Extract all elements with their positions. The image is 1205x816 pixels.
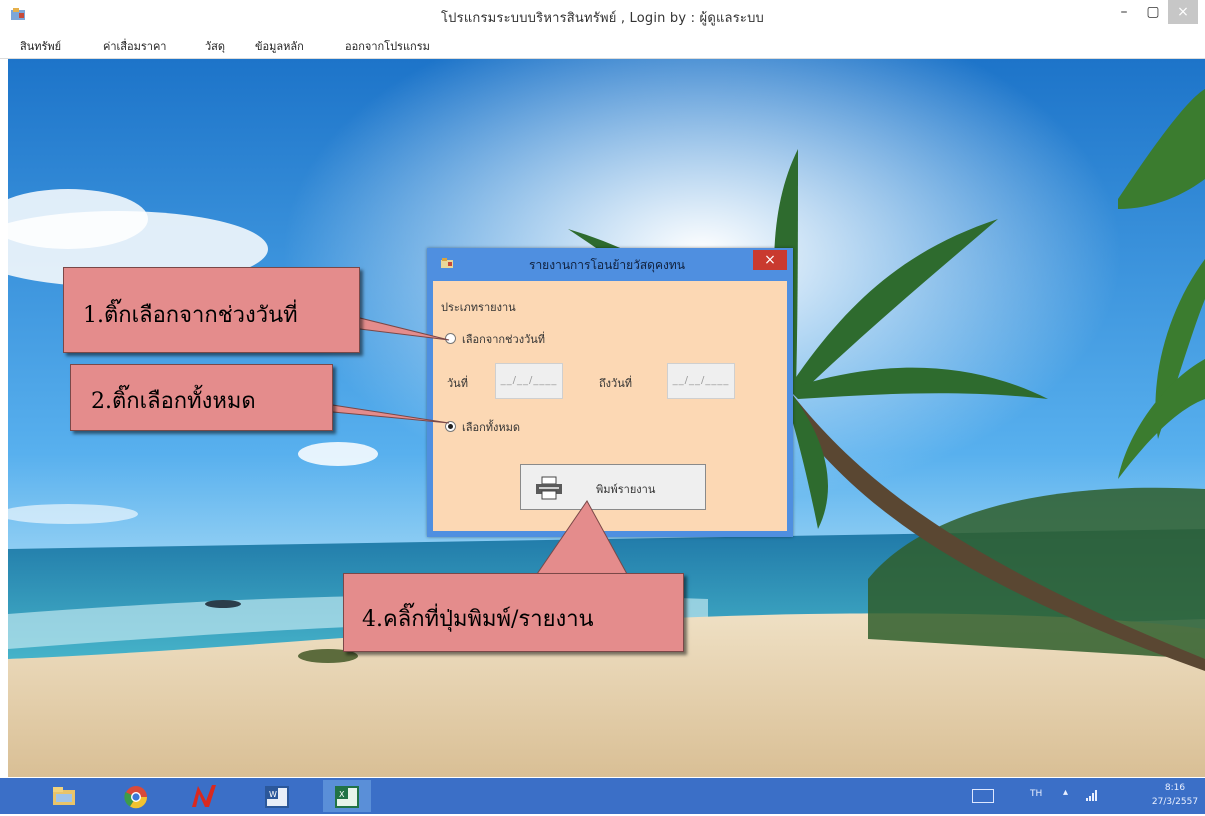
clock-time[interactable]: 8:16 bbox=[1147, 783, 1203, 793]
chrome-icon bbox=[124, 786, 148, 809]
radio-select-all[interactable] bbox=[445, 421, 456, 432]
to-date-field[interactable]: __/__/____ bbox=[667, 363, 735, 399]
svg-text:W: W bbox=[269, 790, 277, 799]
dialog-body: ประเภทรายงาน เลือกจากช่วงวันที่ วันที่ _… bbox=[433, 281, 787, 531]
dialog-title: รายงานการโอนย้ายวัสดุคงทน bbox=[529, 258, 685, 272]
file-explorer-icon bbox=[53, 787, 75, 805]
taskbar-chrome[interactable] bbox=[112, 780, 160, 812]
taskbar: W X TH ▴ 8:16 27/3/2557 bbox=[0, 778, 1205, 814]
report-dialog: รายงานการโอนย้ายวัสดุคงทน × ประเภทรายงาน… bbox=[427, 248, 793, 537]
taskbar-file-explorer[interactable] bbox=[40, 780, 88, 812]
dialog-close-button[interactable]: × bbox=[753, 250, 787, 270]
excel-icon: X bbox=[335, 786, 359, 808]
taskbar-word[interactable]: W bbox=[253, 780, 301, 812]
to-date-label: ถึงวันที่ bbox=[599, 377, 632, 390]
window-title: โปรแกรมระบบบริหารสินทรัพย์ , Login by : … bbox=[441, 11, 764, 26]
from-date-field[interactable]: __/__/____ bbox=[495, 363, 563, 399]
dialog-app-icon bbox=[441, 258, 453, 268]
word-icon: W bbox=[265, 786, 289, 808]
report-type-label: ประเภทรายงาน bbox=[441, 301, 516, 314]
radio-date-range[interactable] bbox=[445, 333, 456, 344]
from-date-label: วันที่ bbox=[447, 377, 468, 390]
radio-select-all-label: เลือกทั้งหมด bbox=[462, 421, 521, 434]
printer-icon bbox=[536, 476, 562, 500]
menu-item-master-data[interactable]: ข้อมูลหลัก bbox=[255, 37, 304, 55]
n-app-icon bbox=[192, 785, 216, 807]
callout-4: 4.คลิ๊กที่ปุ่มพิมพ์/รายงาน bbox=[343, 573, 684, 652]
network-signal-icon[interactable] bbox=[1085, 788, 1099, 802]
menu-item-exit[interactable]: ออกจากโปรแกรม bbox=[345, 37, 430, 55]
print-report-label: พิมพ์รายงาน bbox=[596, 483, 656, 496]
callout-2: 2.ติ๊กเลือกทั้งหมด bbox=[70, 364, 333, 431]
window-title-bar: โปรแกรมระบบบริหารสินทรัพย์ , Login by : … bbox=[0, 0, 1205, 33]
svg-text:X: X bbox=[339, 790, 345, 799]
taskbar-n-app[interactable] bbox=[180, 780, 228, 812]
menu-bar: สินทรัพย์ ค่าเสื่อมราคา วัสดุ ข้อมูลหลัก… bbox=[0, 32, 1205, 59]
print-report-button[interactable]: พิมพ์รายงาน bbox=[520, 464, 706, 510]
close-button[interactable]: × bbox=[1168, 0, 1198, 24]
clock-date[interactable]: 27/3/2557 bbox=[1147, 797, 1203, 807]
tray-expand-icon[interactable]: ▴ bbox=[1063, 787, 1068, 798]
taskbar-excel[interactable]: X bbox=[323, 780, 371, 812]
menu-item-depreciation[interactable]: ค่าเสื่อมราคา bbox=[103, 37, 167, 55]
maximize-button[interactable]: ▢ bbox=[1138, 0, 1168, 24]
menu-item-assets[interactable]: สินทรัพย์ bbox=[20, 37, 61, 55]
keyboard-icon[interactable] bbox=[972, 789, 994, 803]
radio-date-range-label: เลือกจากช่วงวันที่ bbox=[462, 333, 546, 346]
menu-item-materials[interactable]: วัสดุ bbox=[205, 37, 225, 55]
callout-1: 1.ติ๊กเลือกจากช่วงวันที่ bbox=[63, 267, 360, 353]
dialog-title-bar[interactable]: รายงานการโอนย้ายวัสดุคงทน × bbox=[427, 248, 793, 280]
language-indicator[interactable]: TH bbox=[1030, 789, 1042, 799]
minimize-button[interactable]: – bbox=[1110, 0, 1138, 24]
